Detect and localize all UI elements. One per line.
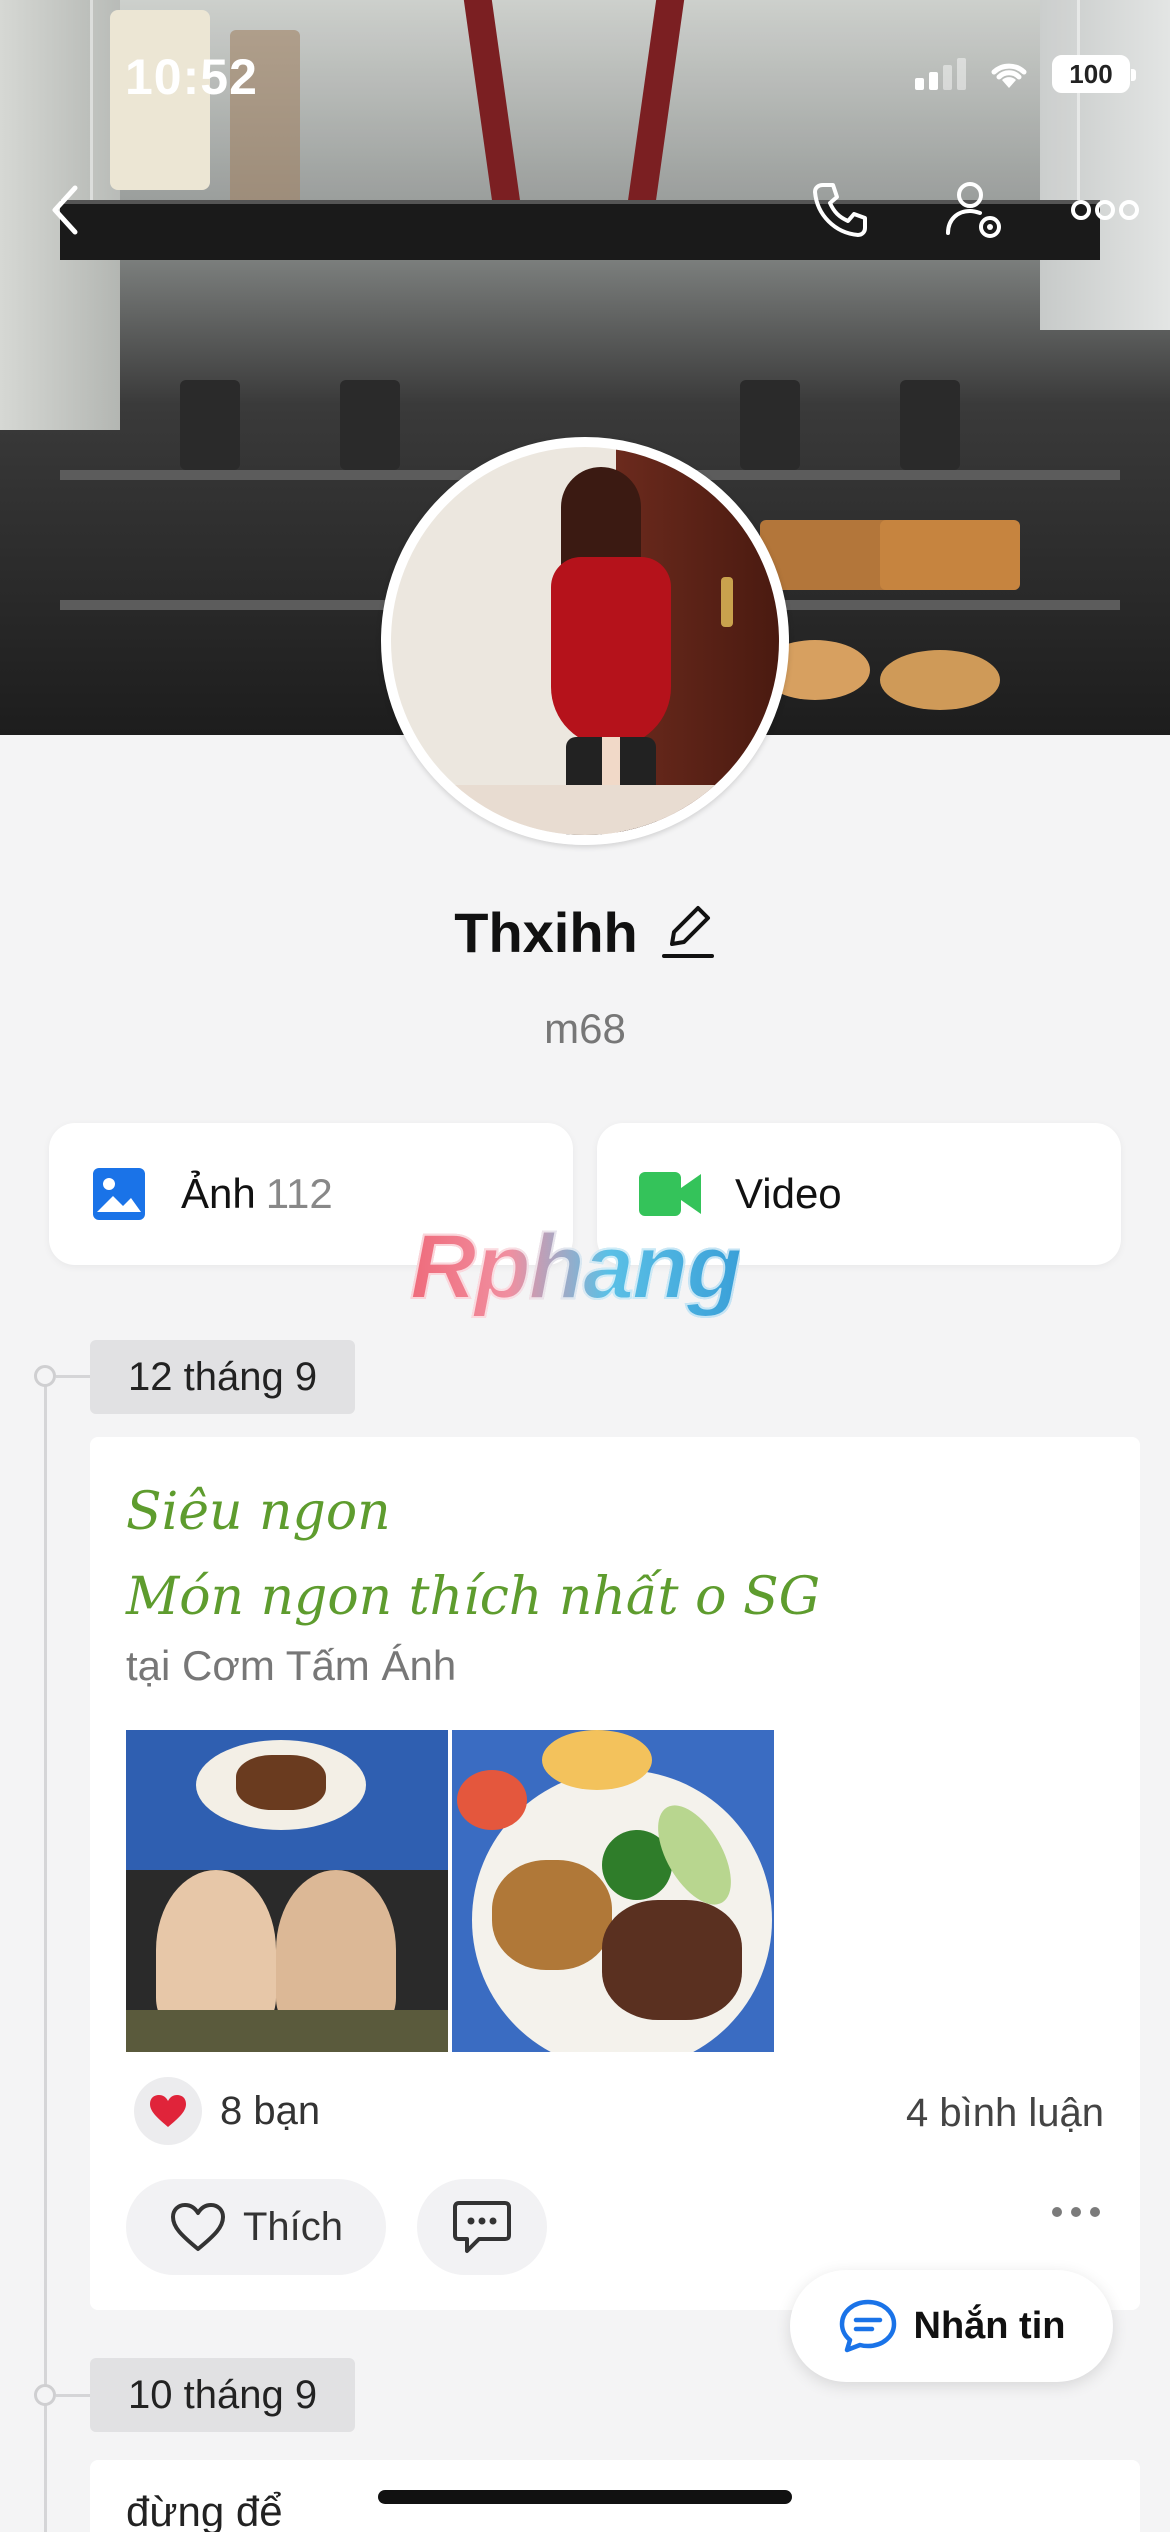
call-button[interactable] xyxy=(800,170,880,250)
comment-icon xyxy=(453,2201,511,2253)
profile-name-row: Thxihh xyxy=(0,900,1170,965)
like-button[interactable]: Thích xyxy=(126,2179,386,2275)
more-dot xyxy=(1090,2207,1100,2217)
cover-jar xyxy=(340,380,400,470)
photo-icon xyxy=(93,1168,145,1220)
phone-icon xyxy=(813,183,867,237)
send-message-button[interactable]: Nhắn tin xyxy=(790,2270,1113,2382)
more-options-button[interactable] xyxy=(1065,170,1145,250)
timeline-line xyxy=(44,1375,47,2532)
post-photo[interactable] xyxy=(126,1730,448,2052)
post-text-line: Siêu ngon xyxy=(126,1482,391,1542)
heart-reaction-icon xyxy=(134,2077,202,2145)
post-text-line: Món ngon thích nhất o SG xyxy=(126,1567,821,1627)
back-icon xyxy=(52,185,78,235)
status-time: 10:52 xyxy=(125,49,258,105)
date-chip: 10 tháng 9 xyxy=(90,2358,356,2432)
timeline-tick xyxy=(56,1375,92,1378)
cover-jar xyxy=(900,380,960,470)
post-card[interactable]: Siêu ngon Món ngon thích nhất o SG tại C… xyxy=(90,1437,1140,2310)
timeline-dot xyxy=(34,2384,56,2406)
more-dot xyxy=(1052,2207,1062,2217)
profile-name: Thxihh xyxy=(454,901,638,964)
cover-pastry xyxy=(880,650,1000,710)
cover-jar xyxy=(740,380,800,470)
like-label: Thích xyxy=(242,2204,344,2249)
post-text: đừng để xyxy=(126,2488,283,2532)
watermark-logo: Rphang xyxy=(409,1215,743,1319)
more-icon xyxy=(1071,200,1139,220)
reactions-summary[interactable]: 8 bạn xyxy=(134,2077,320,2145)
cover-pastry xyxy=(880,520,1020,590)
profile-settings-button[interactable] xyxy=(935,170,1015,250)
comment-count[interactable]: 4 bình luận xyxy=(906,2091,1104,2136)
post-location[interactable]: tại Cơm Tấm Ánh xyxy=(126,1642,456,1690)
post-photo[interactable] xyxy=(452,1730,774,2052)
profile-settings-icon xyxy=(946,182,1001,238)
cover-jar xyxy=(180,380,240,470)
message-label: Nhắn tin xyxy=(913,2304,1066,2347)
avatar-figure xyxy=(551,557,671,747)
status-icons: 100 xyxy=(915,55,1136,93)
date-chip: 12 tháng 9 xyxy=(90,1340,356,1414)
avatar[interactable] xyxy=(381,437,789,845)
timeline-tick xyxy=(56,2394,92,2397)
heart-icon xyxy=(170,2203,225,2251)
battery-level: 100 xyxy=(1069,58,1113,89)
edit-icon xyxy=(661,906,714,958)
avatar-door xyxy=(721,577,733,627)
back-button[interactable] xyxy=(25,170,105,250)
post-more-button[interactable] xyxy=(1052,2207,1100,2217)
cellular-signal-icon xyxy=(915,58,966,90)
videos-label: Video xyxy=(735,1170,842,1217)
wifi-icon xyxy=(988,58,1030,90)
edit-name-button[interactable] xyxy=(660,900,716,965)
photos-label: Ảnh xyxy=(181,1170,256,1217)
timeline-dot xyxy=(34,1365,56,1387)
battery-icon: 100 xyxy=(1052,55,1136,93)
home-indicator[interactable] xyxy=(378,2490,792,2504)
message-icon xyxy=(839,2299,896,2353)
profile-bio: m68 xyxy=(544,1005,626,1052)
comment-button[interactable] xyxy=(417,2179,547,2275)
video-icon xyxy=(639,1172,701,1216)
cover-pastry xyxy=(760,520,900,590)
photos-count: 112 xyxy=(265,1170,333,1217)
reaction-count: 8 bạn xyxy=(220,2088,321,2133)
more-dot xyxy=(1071,2207,1081,2217)
avatar-floor xyxy=(391,785,779,835)
